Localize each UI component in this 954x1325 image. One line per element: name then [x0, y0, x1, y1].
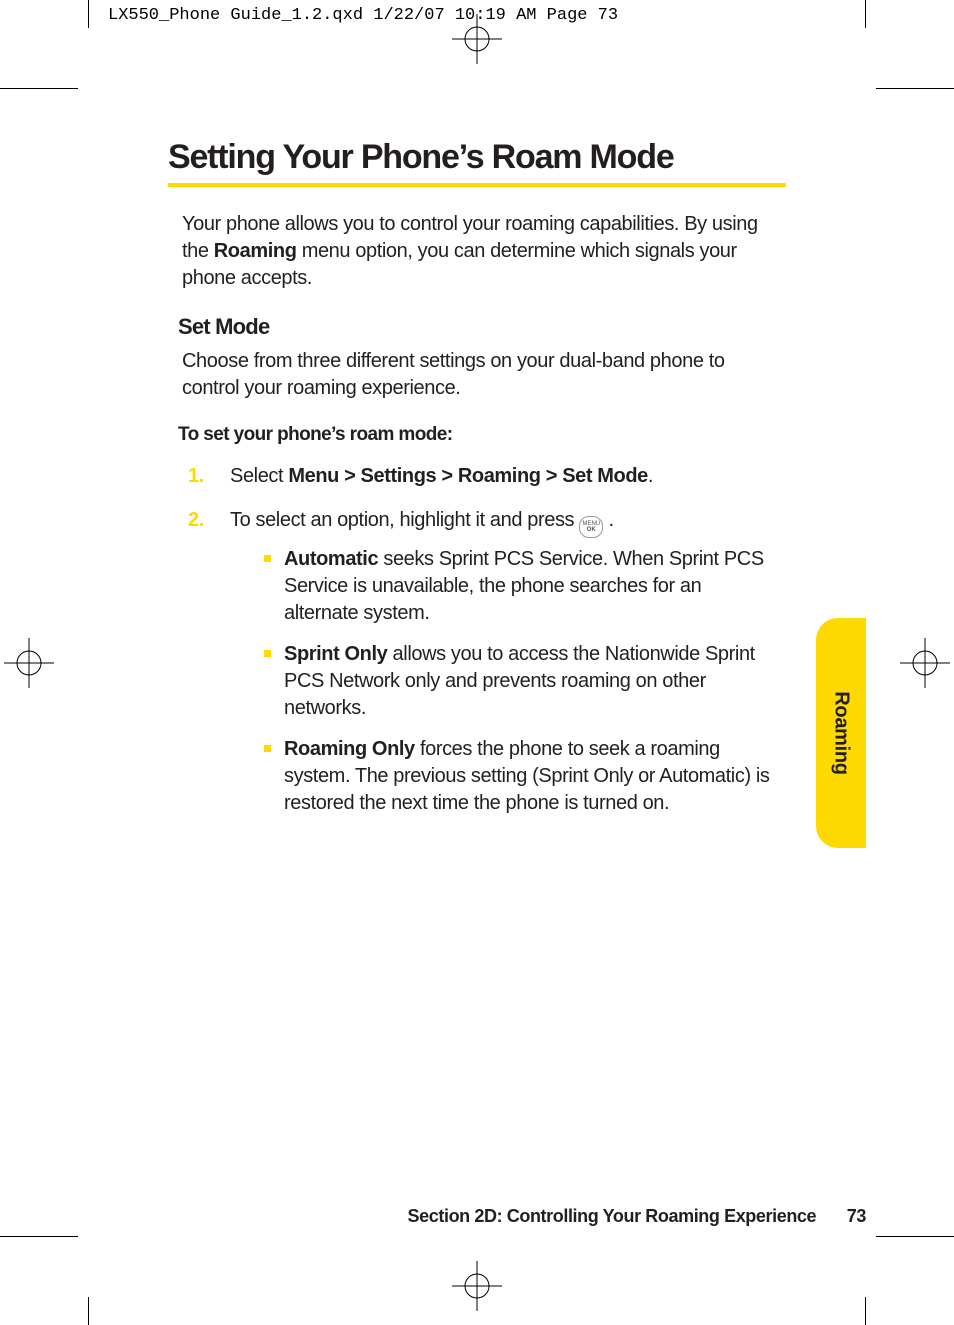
option-roaming-only: Roaming Only forces the phone to seek a …	[264, 736, 776, 817]
option-automatic: Automatic seeks Sprint PCS Service. When…	[264, 546, 776, 627]
intro-bold: Roaming	[214, 240, 297, 262]
procedure-lead: To set your phone’s roam mode:	[178, 424, 786, 446]
registration-mark-icon	[4, 638, 54, 688]
menu-path: Menu > Settings > Roaming > Set Mode	[288, 465, 648, 487]
step-number: 1.	[188, 462, 204, 490]
step-text: .	[648, 465, 653, 487]
title-rule	[168, 183, 786, 187]
step-text: Select	[230, 465, 288, 487]
page: Roaming Setting Your Phone’s Roam Mode Y…	[88, 88, 866, 1237]
option-name: Sprint Only	[284, 643, 387, 665]
crop-mark-icon	[876, 88, 954, 89]
registration-mark-icon	[452, 14, 502, 64]
option-name: Automatic	[284, 548, 378, 570]
step-text: To select an option, highlight it and pr…	[230, 509, 579, 531]
menu-ok-key-icon	[579, 516, 603, 538]
options-list: Automatic seeks Sprint PCS Service. When…	[264, 546, 776, 817]
step-number: 2.	[188, 506, 204, 534]
subheading-set-mode: Set Mode	[178, 314, 786, 340]
crop-mark-icon	[88, 0, 89, 28]
section-tab-label: Roaming	[830, 691, 853, 774]
step-2: 2. To select an option, highlight it and…	[188, 506, 776, 817]
sheet: LX550_Phone Guide_1.2.qxd 1/22/07 10:19 …	[0, 0, 954, 1325]
footer-section-label: Section 2D: Controlling Your Roaming Exp…	[408, 1206, 817, 1226]
option-name: Roaming Only	[284, 738, 415, 760]
set-mode-description: Choose from three different settings on …	[182, 348, 776, 402]
crop-mark-icon	[0, 1236, 78, 1237]
crop-mark-icon	[865, 0, 866, 28]
procedure-steps: 1. Select Menu > Settings > Roaming > Se…	[188, 462, 776, 817]
step-text: .	[603, 509, 613, 531]
section-tab: Roaming	[816, 618, 866, 848]
crop-mark-icon	[0, 88, 78, 89]
crop-mark-icon	[865, 1297, 866, 1325]
page-title: Setting Your Phone’s Roam Mode	[168, 138, 786, 177]
page-footer: Section 2D: Controlling Your Roaming Exp…	[88, 1206, 866, 1227]
printer-slug: LX550_Phone Guide_1.2.qxd 1/22/07 10:19 …	[108, 6, 618, 25]
footer-page-number: 73	[847, 1206, 866, 1226]
option-sprint-only: Sprint Only allows you to access the Nat…	[264, 641, 776, 722]
crop-mark-icon	[876, 1236, 954, 1237]
step-1: 1. Select Menu > Settings > Roaming > Se…	[188, 462, 776, 490]
intro-paragraph: Your phone allows you to control your ro…	[182, 211, 776, 292]
crop-mark-icon	[88, 1297, 89, 1325]
registration-mark-icon	[900, 638, 950, 688]
content-area: Setting Your Phone’s Roam Mode Your phon…	[168, 138, 786, 1177]
registration-mark-icon	[452, 1261, 502, 1311]
